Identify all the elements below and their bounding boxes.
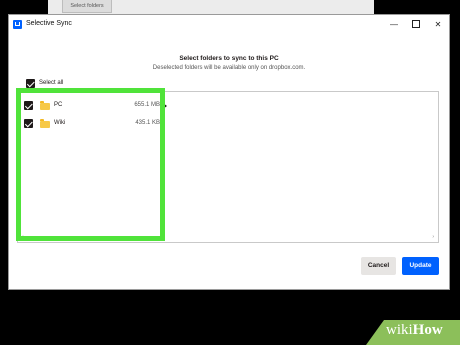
dialog-subheading: Deselected folders will be available onl… xyxy=(152,65,306,71)
maximize-icon xyxy=(412,20,420,29)
dropbox-icon xyxy=(13,20,22,29)
maximize-button[interactable] xyxy=(407,18,425,32)
scroll-right-arrow-icon[interactable]: › xyxy=(432,234,434,240)
update-button[interactable]: Update xyxy=(402,257,439,275)
minimize-button[interactable]: — xyxy=(385,18,403,32)
checkmark-icon xyxy=(26,79,35,87)
title-bar: Selective Sync — ✕ xyxy=(9,15,449,35)
close-button[interactable]: ✕ xyxy=(429,18,447,32)
select-all-checkbox[interactable] xyxy=(26,79,35,88)
window-title: Selective Sync xyxy=(26,20,72,27)
watermark-wiki: wiki xyxy=(386,322,413,338)
select-all-label: Select all xyxy=(39,80,64,86)
wikihow-logo: wikiHow xyxy=(386,322,443,339)
annotation-highlight-box xyxy=(16,88,165,241)
dialog-heading: Select folders to sync to this PC xyxy=(179,55,279,62)
watermark-how: How xyxy=(412,322,443,338)
background-tab[interactable]: Select folders xyxy=(62,0,112,13)
cancel-button[interactable]: Cancel xyxy=(361,257,396,275)
